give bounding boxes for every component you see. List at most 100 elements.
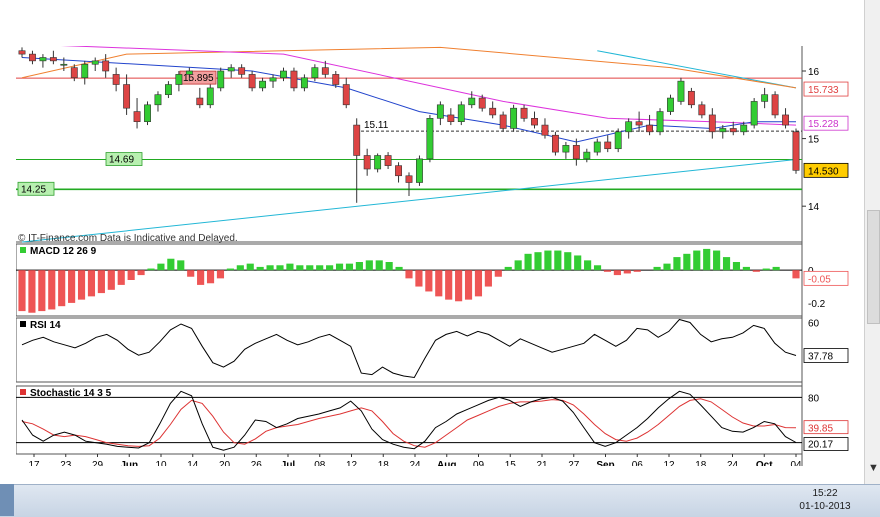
candle	[374, 155, 382, 170]
macd-bar	[68, 270, 76, 303]
candle	[572, 145, 580, 160]
candle	[531, 118, 538, 126]
x-tick-label: 17	[28, 460, 40, 466]
macd-tick-label: -0.2	[808, 299, 826, 310]
candle	[123, 84, 131, 109]
macd-bar	[256, 266, 264, 271]
candle	[750, 101, 758, 126]
macd-bar	[415, 270, 423, 287]
rsi-label: RSI 14	[30, 320, 61, 331]
source-text: © IT-Finance.com Data is Indicative and …	[18, 233, 238, 244]
x-tick-label: 09	[473, 460, 485, 466]
candle	[112, 74, 120, 85]
macd-bar	[216, 270, 225, 279]
x-tick-label: Jun	[120, 460, 138, 466]
x-tick-label: 06	[632, 460, 644, 466]
candle	[18, 50, 26, 55]
x-tick-label: 29	[92, 460, 104, 466]
stochastic-panel: Stochastic 14 3 5 80 39.85 20.17	[15, 385, 849, 455]
macd-bar	[603, 270, 612, 272]
candle	[510, 107, 518, 129]
macd-bar	[335, 263, 344, 271]
candle	[771, 94, 779, 116]
stoch-label: Stochastic 14 3 5	[30, 388, 112, 399]
macd-bar	[713, 250, 721, 271]
macd-bar	[58, 270, 66, 307]
chart-canvas[interactable]: 16 15 14 15.895 15.11 14.69 14.25 15.733 15.228 1…	[15, 43, 864, 471]
candle	[384, 155, 392, 166]
scrollbar-thumb[interactable]	[867, 210, 880, 324]
macd-bar	[703, 248, 711, 271]
macd-bar	[484, 270, 492, 287]
top-toolbar-area	[0, 0, 880, 46]
macd-bar	[345, 263, 354, 271]
vertical-scrollbar[interactable]: ▼	[864, 0, 880, 484]
macd-bar	[742, 266, 750, 271]
candle	[196, 97, 204, 106]
macd-bar	[107, 270, 115, 290]
macd-value-label: -0.05	[808, 274, 831, 285]
candle	[102, 60, 110, 72]
macd-bar	[137, 270, 145, 276]
price-tick-label: 15	[808, 135, 820, 146]
price-right-label-15.733: 15.733	[808, 85, 839, 96]
candle	[708, 114, 716, 133]
macd-bar	[514, 260, 522, 271]
candle	[332, 74, 340, 85]
system-clock[interactable]: 15:22 01-10-2013	[790, 487, 860, 513]
x-tick-label: 27	[568, 460, 580, 466]
macd-bar	[326, 265, 334, 271]
candle	[687, 90, 695, 106]
candle	[133, 111, 141, 122]
macd-bar	[97, 270, 105, 294]
hline-label-15.895: 15.895	[183, 73, 214, 84]
macd-bar	[762, 268, 770, 271]
macd-bar	[653, 266, 661, 271]
candle	[81, 63, 89, 79]
macd-bar	[286, 263, 294, 271]
candle	[353, 124, 361, 156]
candle	[468, 97, 476, 106]
trendline-cyan-upper	[597, 50, 797, 89]
candle	[405, 175, 413, 183]
macd-bar	[296, 265, 304, 271]
candle	[300, 77, 308, 89]
x-tick-label: Aug	[437, 460, 456, 466]
stoch-legend-swatch	[20, 389, 26, 395]
macd-bar	[77, 270, 86, 300]
macd-bar	[564, 252, 572, 271]
macd-bar	[226, 268, 234, 271]
hline-label-14.69: 14.69	[109, 155, 134, 166]
macd-bar	[306, 265, 314, 271]
candle	[60, 63, 68, 66]
x-tick-label: 20	[219, 460, 231, 466]
macd-bar	[425, 270, 433, 292]
candle	[646, 124, 654, 133]
price-tick-label: 16	[808, 67, 820, 78]
macd-bar	[157, 263, 165, 271]
macd-bar	[197, 270, 205, 285]
macd-bar	[28, 270, 36, 313]
x-tick-label: 08	[314, 460, 326, 466]
candle	[154, 94, 162, 106]
rsi-value-label: 37.78	[808, 352, 833, 363]
candle	[740, 124, 748, 133]
macd-bar	[405, 270, 413, 279]
scroll-down-arrow-icon[interactable]: ▼	[868, 462, 879, 474]
candle	[185, 70, 193, 75]
macd-bar	[554, 250, 562, 271]
candle	[91, 60, 99, 65]
x-tick-label: 10	[155, 460, 167, 466]
macd-bar	[732, 262, 741, 271]
candle	[363, 155, 371, 170]
x-tick-label: 15	[505, 460, 517, 466]
candle	[541, 124, 549, 136]
chart-area[interactable]: 16 15 14 15.895 15.11 14.69 14.25 15.733 15.228 1…	[15, 43, 864, 471]
candle	[625, 121, 633, 133]
price-right-label-14.530: 14.530	[808, 166, 839, 177]
macd-panel: MACD 12 26 90-0.2-0.05	[15, 243, 849, 317]
macd-bar	[87, 270, 96, 297]
macd-bar	[752, 270, 760, 272]
x-tick-label: 24	[409, 460, 421, 466]
taskbar	[0, 484, 880, 517]
